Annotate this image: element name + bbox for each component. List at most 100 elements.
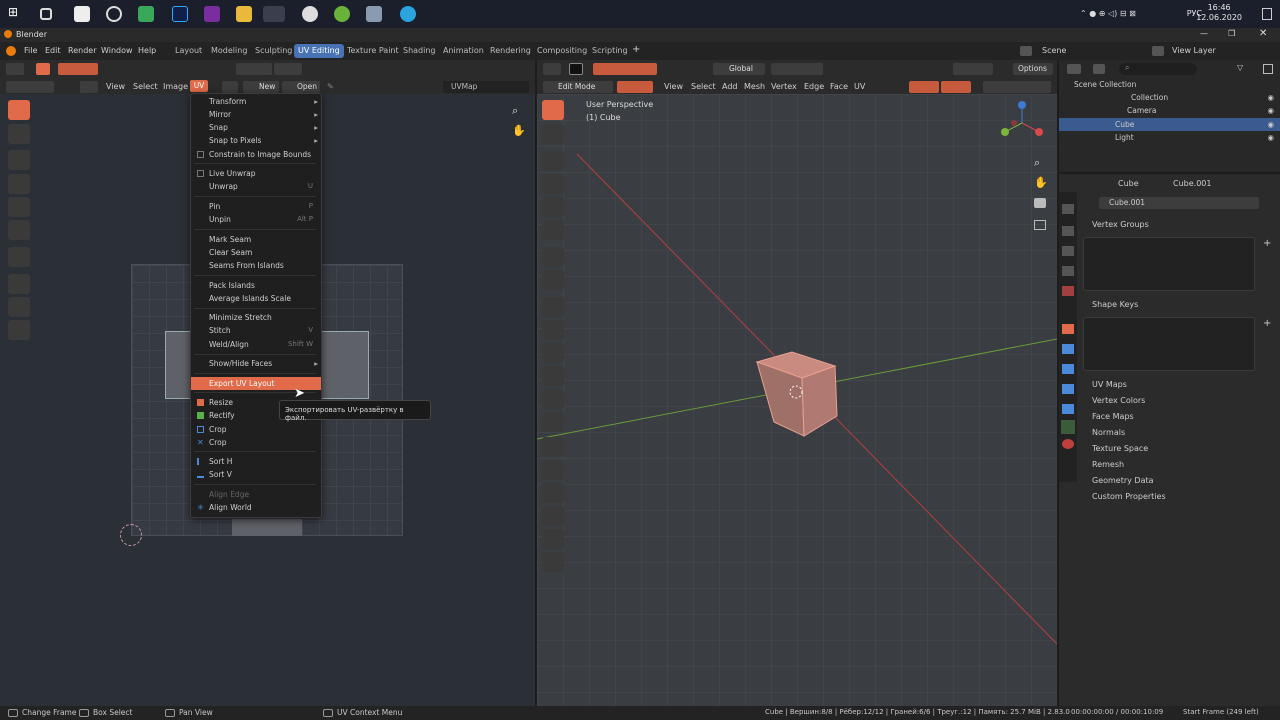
- windows-start-icon[interactable]: ⊞: [8, 5, 24, 21]
- menu-help[interactable]: Help: [138, 46, 156, 55]
- menu-item-seams-from-islands[interactable]: Seams From Islands: [191, 259, 321, 272]
- visibility-eye-icon[interactable]: ◉: [1267, 118, 1274, 131]
- mode-buttons[interactable]: [6, 81, 54, 93]
- mesh-select-mode-icons[interactable]: [617, 81, 653, 93]
- tool-tab-icon[interactable]: [1062, 204, 1074, 214]
- visibility-eye-icon[interactable]: ◉: [1267, 104, 1274, 117]
- tab-compositing[interactable]: Compositing: [533, 44, 591, 58]
- vp-rotate-tool-icon[interactable]: [542, 174, 564, 194]
- mirror-xyz-buttons[interactable]: [953, 63, 993, 75]
- physics-tab-icon[interactable]: [1062, 384, 1074, 394]
- tab-sculpting[interactable]: Sculpting: [251, 44, 296, 58]
- photoshop-icon[interactable]: [172, 6, 188, 22]
- menu-item-unwrap[interactable]: Unwrap U: [191, 180, 321, 193]
- view-layer-tab-icon[interactable]: [1062, 266, 1074, 276]
- vp-measure-tool-icon[interactable]: [542, 270, 564, 290]
- menu-edit[interactable]: Edit: [45, 46, 61, 55]
- viewport-select-icon[interactable]: [569, 63, 583, 75]
- vp-menu-mesh[interactable]: Mesh: [744, 82, 765, 91]
- section-face-maps[interactable]: Face Maps: [1092, 412, 1134, 421]
- section-geometry-data[interactable]: Geometry Data: [1092, 476, 1154, 485]
- section-vertex-colors[interactable]: Vertex Colors: [1092, 396, 1145, 405]
- relax-tool-icon[interactable]: [8, 297, 30, 317]
- view-layer-icon[interactable]: [1152, 46, 1164, 56]
- grab-tool-icon[interactable]: [8, 274, 30, 294]
- clapper-app-icon[interactable]: [74, 6, 90, 22]
- menu-item-mark-seam[interactable]: Mark Seam: [191, 233, 321, 246]
- section-uv-maps[interactable]: UV Maps: [1092, 380, 1127, 389]
- bevel-tool-icon[interactable]: [542, 343, 564, 363]
- object-tab-icon[interactable]: [1062, 324, 1074, 334]
- vertex-groups-list[interactable]: [1083, 237, 1255, 291]
- loop-cut-tool-icon[interactable]: [542, 366, 564, 386]
- tray-icons[interactable]: ⌃ ● ⊕ ◁) ⊟ ⊠: [1080, 9, 1136, 18]
- viewport-editor-type-icon[interactable]: [543, 63, 561, 75]
- select-tool-icon[interactable]: [36, 63, 50, 75]
- uvmap-field[interactable]: UVMap: [443, 81, 529, 93]
- menu-item-crop-2[interactable]: ✕ Crop: [191, 436, 321, 449]
- 2d-cursor-icon[interactable]: [120, 524, 142, 546]
- telegram-icon[interactable]: [400, 6, 416, 22]
- outliner-light[interactable]: Light ◉: [1059, 131, 1280, 144]
- visibility-eye-icon[interactable]: ◉: [1267, 91, 1274, 104]
- 3d-viewport[interactable]: User Perspective (1) Cube ⌕ ✋: [537, 94, 1057, 706]
- menu-item-crop[interactable]: Crop: [191, 423, 321, 436]
- blender-menu-icon[interactable]: [6, 46, 16, 56]
- vp-scale-tool-icon[interactable]: [542, 197, 564, 217]
- orientation-dropdown[interactable]: Global: [713, 63, 765, 75]
- smooth-tool-icon[interactable]: [542, 460, 564, 480]
- move-tool-icon[interactable]: [8, 150, 30, 170]
- props-mesh-name[interactable]: Cube.001: [1173, 179, 1211, 188]
- menu-item-mirror[interactable]: Mirror ▸: [191, 108, 321, 121]
- image-browse-icon[interactable]: [222, 81, 238, 93]
- network-app-icon[interactable]: [366, 6, 382, 22]
- menu-item-align-world[interactable]: ✳ Align World: [191, 501, 321, 514]
- vp-menu-add[interactable]: Add: [722, 82, 738, 91]
- onenote-icon[interactable]: [204, 6, 220, 22]
- mesh-data-field[interactable]: Cube.001: [1099, 197, 1259, 209]
- pinch-tool-icon[interactable]: [8, 320, 30, 340]
- vp-menu-view[interactable]: View: [664, 82, 683, 91]
- rotate-tool-icon[interactable]: [8, 174, 30, 194]
- vp-move-tool-icon[interactable]: [542, 151, 564, 171]
- vp-menu-face[interactable]: Face: [830, 82, 848, 91]
- outliner-type-icon[interactable]: [1067, 64, 1081, 74]
- scene-icon[interactable]: [1020, 46, 1032, 56]
- image-app-icon[interactable]: [138, 6, 154, 22]
- output-tab-icon[interactable]: [1062, 246, 1074, 256]
- view-toggle-icon[interactable]: [80, 81, 98, 93]
- knife-tool-icon[interactable]: [542, 389, 564, 409]
- media-app-icon[interactable]: [106, 6, 122, 22]
- torrent-icon[interactable]: [334, 6, 350, 22]
- menu-window[interactable]: Window: [101, 46, 133, 55]
- menu-item-stitch[interactable]: Stitch V: [191, 324, 321, 337]
- shape-keys-list[interactable]: [1083, 317, 1255, 371]
- task-view-icon[interactable]: [40, 8, 52, 20]
- pin-icon[interactable]: ✎: [327, 82, 334, 91]
- pan-hand-icon[interactable]: ✋: [512, 124, 526, 137]
- outliner-scene-collection[interactable]: Scene Collection: [1059, 78, 1280, 91]
- menu-render[interactable]: Render: [68, 46, 96, 55]
- view-layer-name[interactable]: View Layer: [1172, 46, 1216, 55]
- vp-menu-edge[interactable]: Edge: [804, 82, 824, 91]
- tab-modeling[interactable]: Modeling: [207, 44, 251, 58]
- section-remesh[interactable]: Remesh: [1092, 460, 1124, 469]
- render-tab-icon[interactable]: [1062, 226, 1074, 236]
- menu-item-snap[interactable]: Snap ▸: [191, 121, 321, 134]
- scene-name[interactable]: Scene: [1042, 46, 1066, 55]
- vp-menu-uv[interactable]: UV: [854, 82, 865, 91]
- inset-tool-icon[interactable]: [542, 320, 564, 340]
- vp-zoom-icon[interactable]: ⌕: [1034, 156, 1040, 170]
- shrink-tool-icon[interactable]: [542, 506, 564, 526]
- menu-item-show-hide-faces[interactable]: Show/Hide Faces ▸: [191, 357, 321, 370]
- cursor-tool-icon[interactable]: [8, 124, 30, 144]
- gizmo-overlay-icons[interactable]: [941, 81, 971, 93]
- chrome-icon[interactable]: [302, 6, 318, 22]
- menu-item-minimize-stretch[interactable]: Minimize Stretch: [191, 311, 321, 324]
- selected-cube[interactable]: [752, 344, 842, 440]
- tab-layout[interactable]: Layout: [171, 44, 206, 58]
- menu-item-sort-v[interactable]: Sort V: [191, 468, 321, 481]
- uv-menu-uv[interactable]: UV: [190, 80, 208, 92]
- menu-item-pack-islands[interactable]: Pack Islands: [191, 279, 321, 292]
- spin-tool-icon[interactable]: [542, 437, 564, 457]
